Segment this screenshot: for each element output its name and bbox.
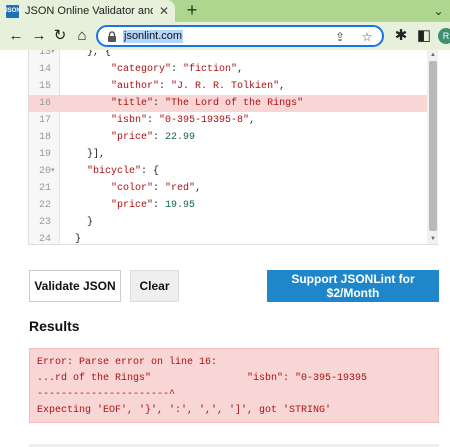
bookmark-star-icon[interactable]: ☆ [359, 29, 375, 45]
error-message-box: Error: Parse error on line 16: ...rd of … [29, 348, 439, 423]
code-text: "author": "J. R. R. Tolkien", [111, 81, 286, 92]
error-line: Error: Parse error on line 16: [37, 357, 218, 368]
validate-json-button[interactable]: Validate JSON [29, 270, 121, 302]
lock-icon [108, 31, 116, 42]
code-text: "isbn": "0-395-19395-8", [111, 115, 256, 126]
code-text: } [63, 217, 94, 228]
line-number: 19 [38, 149, 51, 160]
back-arrow-icon[interactable]: ← [6, 26, 26, 46]
line-number: 18 [38, 132, 51, 143]
extensions-puzzle-icon[interactable]: ✱ [391, 26, 411, 46]
code-text: "price": 22.99 [111, 132, 196, 143]
code-line[interactable]: 19 }], [29, 146, 429, 163]
support-jsonlint-button[interactable]: Support JSONLint for $2/Month [267, 270, 439, 302]
forward-arrow-icon[interactable]: → [29, 26, 49, 46]
code-text: "price": 19.95 [111, 200, 196, 211]
results-heading: Results [29, 318, 80, 334]
line-number: 20 [38, 166, 51, 177]
code-text: } [63, 234, 82, 245]
share-icon[interactable]: ⇪ [332, 29, 348, 45]
line-number: 14 [38, 64, 51, 75]
url-text[interactable]: jsonlint.com [123, 30, 184, 43]
line-number: 15 [38, 81, 51, 92]
code-text: }, { [63, 50, 112, 58]
error-line: ...rd of the Rings" "isbn": "0-395-19395 [37, 373, 368, 384]
browser-toolbar: ← → ↻ ⌂ jsonlint.com ⇪ ☆ ✱ ◧ R [0, 22, 450, 50]
json-editor[interactable]: 13 ▾ }, {14 "category": "fiction", 15 "aut… [28, 50, 438, 245]
line-number: 24 [38, 234, 51, 245]
fold-arrow-icon[interactable]: ▾ [51, 163, 59, 180]
tab-search-chevron-icon[interactable]: ⌄ [427, 0, 450, 22]
line-number: 17 [38, 115, 51, 126]
error-line: ----------------------^ [37, 389, 176, 400]
error-highlight-line[interactable]: 16 "title": "The Lord of the Rings" [29, 95, 429, 112]
code-line[interactable]: 24 } [29, 231, 429, 245]
code-line[interactable]: 20 ▾ "bicycle": { [29, 163, 429, 180]
fold-arrow-icon[interactable]: ▾ [51, 50, 59, 61]
line-number: 23 [38, 217, 51, 228]
clear-button[interactable]: Clear [130, 270, 179, 302]
line-number: 16 [38, 98, 51, 109]
browser-tab[interactable]: JSON JSON Online Validator and Formatter… [0, 0, 175, 22]
code-line[interactable]: 15 "author": "J. R. R. Tolkien", [29, 78, 429, 95]
tab-strip: JSON JSON Online Validator and Formatter… [0, 0, 450, 22]
line-number: 21 [38, 183, 51, 194]
scroll-up-arrow-icon[interactable]: ▲ [427, 50, 438, 61]
new-tab-icon[interactable]: + [182, 0, 202, 22]
code-text: "title": "The Lord of the Rings" [111, 98, 304, 109]
code-text: "category": "fiction", [111, 64, 244, 75]
line-number: 22 [38, 200, 51, 211]
code-lines: 13 ▾ }, {14 "category": "fiction", 15 "aut… [29, 50, 429, 245]
tab-title: JSON Online Validator and Formatter [25, 5, 153, 17]
scrollbar-thumb[interactable] [429, 61, 437, 231]
code-line[interactable]: 14 "category": "fiction", [29, 61, 429, 78]
address-bar[interactable]: jsonlint.com ⇪ ☆ [96, 25, 384, 47]
scroll-down-arrow-icon[interactable]: ▼ [427, 234, 438, 244]
jsonlint-favicon-icon: JSON [4, 4, 21, 18]
code-line[interactable]: 13 ▾ }, { [29, 50, 429, 61]
error-line: Expecting 'EOF', '}', ':', ',', ']', got… [37, 405, 332, 416]
code-line[interactable]: 21 "color": "red", [29, 180, 429, 197]
code-line[interactable]: 18 "price": 22.99 [29, 129, 429, 146]
side-panel-icon[interactable]: ◧ [414, 26, 434, 46]
code-line[interactable]: 22 "price": 19.95 [29, 197, 429, 214]
reload-icon[interactable]: ↻ [50, 26, 70, 46]
code-text: }], [63, 149, 106, 160]
home-icon[interactable]: ⌂ [72, 26, 92, 46]
code-text: "color": "red", [111, 183, 202, 194]
editor-scrollbar[interactable]: ▲ ▼ [427, 50, 438, 244]
close-tab-icon[interactable]: ✕ [157, 4, 171, 18]
line-number: 13 [38, 50, 51, 58]
code-line[interactable]: 23 } [29, 214, 429, 231]
profile-avatar[interactable]: R [438, 28, 450, 44]
code-text: "bicycle": { [87, 166, 160, 177]
code-line[interactable]: 17 "isbn": "0-395-19395-8", [29, 112, 429, 129]
